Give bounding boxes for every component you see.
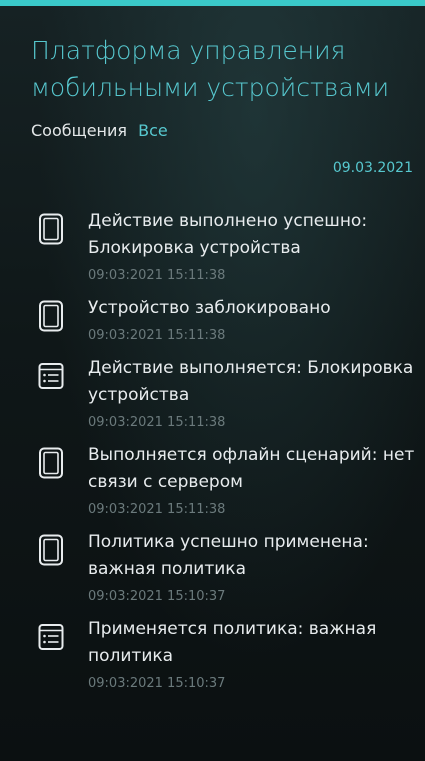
filter-all-button[interactable]: Все xyxy=(138,121,168,140)
date-section-header: 09.03.2021 xyxy=(332,160,413,176)
device-icon xyxy=(38,213,64,245)
notification-time: 09:03:2021 15:11:38 xyxy=(88,268,226,283)
notification-text: Действие выполняется: Блокировка устройс… xyxy=(88,358,414,405)
list-icon xyxy=(38,360,64,392)
notification-item[interactable]: Действие выполнено успешно: Блокировка у… xyxy=(0,208,425,286)
notification-item[interactable]: Действие выполняется: Блокировка устройс… xyxy=(0,355,425,433)
bottom-fade-overlay xyxy=(0,721,425,761)
messages-label: Сообщения xyxy=(31,121,128,140)
device-icon xyxy=(38,534,64,566)
notification-time: 09:03:2021 15:11:38 xyxy=(88,415,226,430)
notification-item[interactable]: Применяется политика: важная политика 09… xyxy=(0,616,425,694)
messages-filter-row: Сообщения Все xyxy=(31,119,168,143)
notification-time: 09:03:2021 15:10:37 xyxy=(88,676,226,691)
top-accent-line xyxy=(0,0,425,6)
page-title: Платформа управления мобильными устройст… xyxy=(31,36,390,102)
notification-time: 09:03:2021 15:11:38 xyxy=(88,328,226,343)
device-icon xyxy=(38,300,64,332)
notification-item[interactable]: Устройство заблокировано 09:03:2021 15:1… xyxy=(0,295,425,346)
notification-item[interactable]: Политика успешно применена: важная полит… xyxy=(0,529,425,607)
notification-text: Политика успешно применена: важная полит… xyxy=(88,532,369,579)
notification-text: Выполняется офлайн сценарий: нет связи с… xyxy=(88,445,415,492)
notification-text: Применяется политика: важная политика xyxy=(88,619,377,666)
notification-text: Устройство заблокировано xyxy=(88,298,331,318)
notification-item[interactable]: Выполняется офлайн сценарий: нет связи с… xyxy=(0,442,425,520)
notification-time: 09:03:2021 15:11:38 xyxy=(88,502,226,517)
notification-time: 09:03:2021 15:10:37 xyxy=(88,589,226,604)
device-icon xyxy=(38,447,64,479)
notification-list: Действие выполнено успешно: Блокировка у… xyxy=(0,208,425,694)
screen: Платформа управления мобильными устройст… xyxy=(0,0,425,761)
notification-text: Действие выполнено успешно: Блокировка у… xyxy=(88,211,368,258)
list-icon xyxy=(38,621,64,653)
